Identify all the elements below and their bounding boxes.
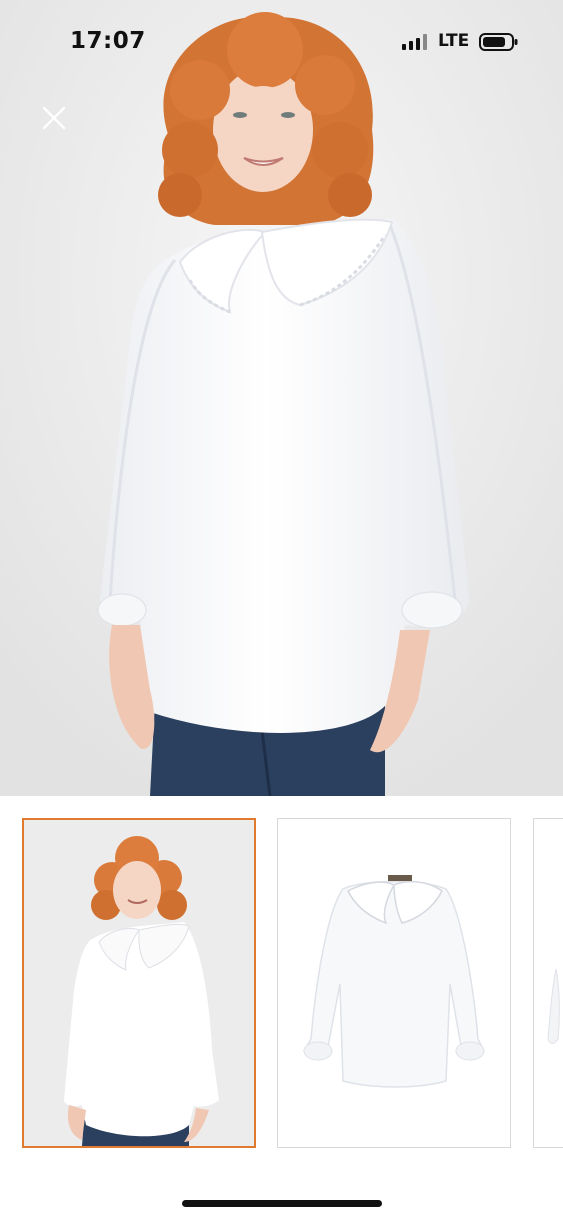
thumbnail-strip[interactable] — [0, 796, 563, 1176]
thumbnail-product[interactable] — [277, 818, 511, 1148]
close-icon — [42, 106, 66, 130]
status-bar: 17:07 LTE — [0, 0, 563, 84]
battery-icon — [479, 32, 519, 52]
battery-level — [483, 37, 505, 47]
home-indicator[interactable] — [182, 1200, 382, 1207]
model-photo — [0, 0, 563, 796]
thumbnail-next[interactable] — [533, 818, 563, 1148]
cellular-signal-icon — [402, 34, 428, 50]
thumbnail-model[interactable] — [22, 818, 256, 1148]
status-time: 17:07 — [70, 28, 146, 54]
network-type: LTE — [438, 31, 470, 51]
main-product-image[interactable] — [0, 0, 563, 796]
close-button[interactable] — [34, 98, 74, 138]
